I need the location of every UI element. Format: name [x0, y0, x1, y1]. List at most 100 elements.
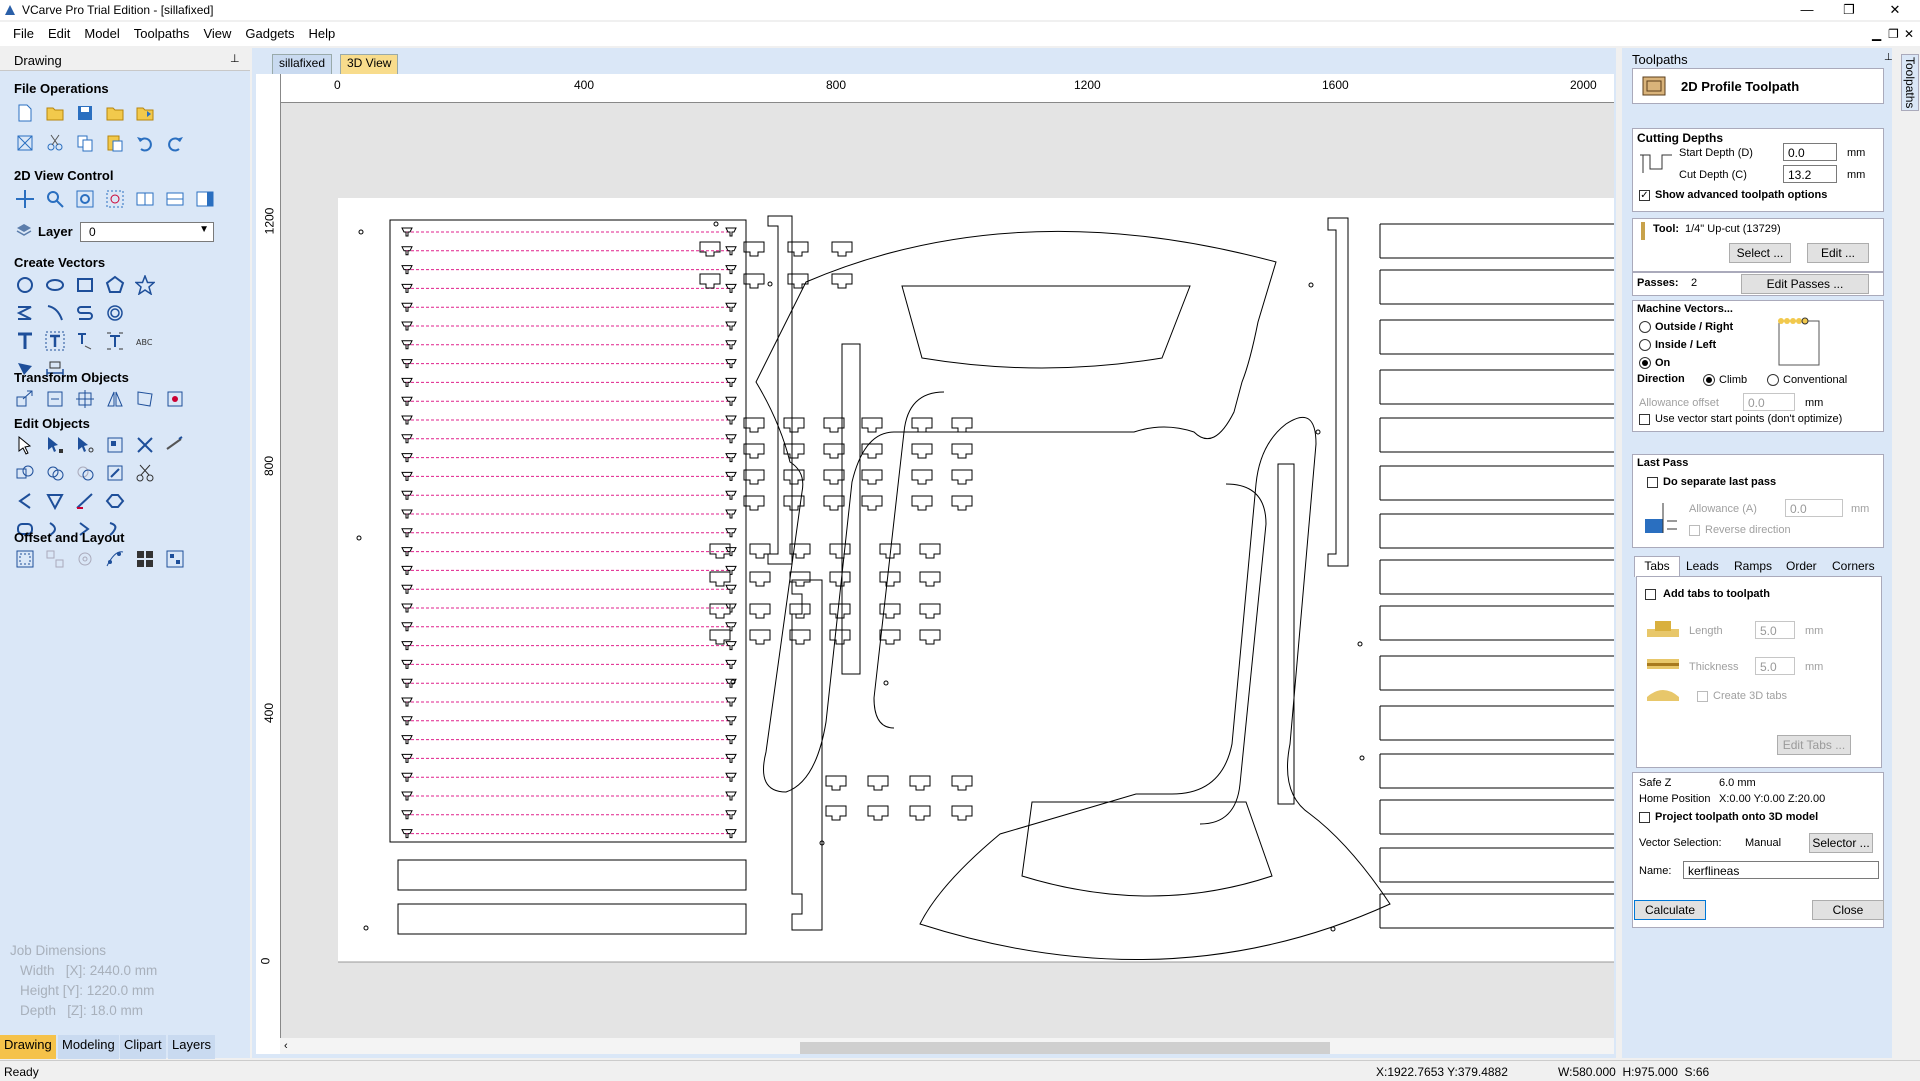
close-button[interactable]: Close	[1812, 900, 1884, 920]
nesting-icon[interactable]	[134, 548, 156, 570]
calculate-button[interactable]: Calculate	[1634, 900, 1706, 920]
cut-icon[interactable]	[44, 132, 66, 154]
align-icon[interactable]	[44, 388, 66, 410]
toolpaths-vertical-tab[interactable]: Toolpaths	[1901, 54, 1919, 112]
split-view-icon[interactable]	[164, 188, 186, 210]
doc-tab-sillafixed[interactable]: sillafixed	[272, 54, 333, 76]
import-vectors-icon[interactable]	[104, 102, 126, 124]
text-icon[interactable]	[14, 330, 36, 352]
allowance-offset-input[interactable]: 0.0	[1743, 393, 1795, 411]
offset-icon[interactable]	[14, 548, 36, 570]
text-fit-icon[interactable]	[104, 330, 126, 352]
selector-button[interactable]: Selector ...	[1809, 833, 1873, 853]
auto-layout-text-icon[interactable]	[74, 330, 96, 352]
zoom-icon[interactable]	[44, 188, 66, 210]
polygon-icon[interactable]	[104, 274, 126, 296]
scroll-left-icon[interactable]: ‹	[284, 1040, 288, 1052]
mdi-close-icon[interactable]: ✕	[1904, 27, 1914, 41]
minimize-button[interactable]: —	[1784, 0, 1830, 20]
edit-tabs-button[interactable]: Edit Tabs ...	[1777, 735, 1851, 755]
tab-leads[interactable]: Leads	[1686, 559, 1719, 573]
tab-order[interactable]: Order	[1786, 559, 1817, 573]
separate-last-pass-checkbox[interactable]	[1647, 477, 1658, 488]
pin-icon[interactable]: ⊥	[230, 52, 240, 65]
intersect-icon[interactable]	[104, 462, 126, 484]
use-start-points-checkbox[interactable]	[1639, 414, 1650, 425]
import-bitmap-icon[interactable]	[134, 102, 156, 124]
reverse-direction-checkbox[interactable]	[1689, 525, 1700, 536]
new-file-icon[interactable]	[14, 102, 36, 124]
array-copy-icon[interactable]	[44, 548, 66, 570]
transform-select-icon[interactable]	[74, 434, 96, 456]
tab-corners[interactable]: Corners	[1832, 559, 1875, 573]
circle-icon[interactable]	[14, 274, 36, 296]
zoom-selection-icon[interactable]	[104, 188, 126, 210]
toggle-panel-icon[interactable]	[194, 188, 216, 210]
set-origin-icon[interactable]	[164, 388, 186, 410]
interactive-trim-icon[interactable]	[104, 434, 126, 456]
menu-edit[interactable]: Edit	[41, 22, 77, 41]
fillet-icon[interactable]	[14, 490, 36, 512]
toggle-3d-icon[interactable]	[134, 188, 156, 210]
start-depth-input[interactable]: 0.0	[1783, 143, 1837, 161]
undo-icon[interactable]	[134, 132, 156, 154]
paste-icon[interactable]	[104, 132, 126, 154]
save-file-icon[interactable]	[74, 102, 96, 124]
tab-modeling[interactable]: Modeling	[58, 1035, 119, 1059]
toolpath-name-input[interactable]: kerflineas	[1683, 861, 1879, 879]
job-setup-icon[interactable]	[14, 132, 36, 154]
last-pass-allowance-input[interactable]: 0.0	[1785, 499, 1843, 517]
ellipse-icon[interactable]	[44, 274, 66, 296]
curve-icon[interactable]	[44, 302, 66, 324]
close-window-button[interactable]: ✕	[1872, 0, 1918, 20]
menu-model[interactable]: Model	[77, 22, 126, 41]
tab-length-input[interactable]: 5.0	[1755, 621, 1795, 639]
zoom-extents-icon[interactable]	[74, 188, 96, 210]
convert-icon[interactable]	[104, 490, 126, 512]
pin-icon[interactable]: ⊥	[1884, 52, 1893, 63]
edit-passes-button[interactable]: Edit Passes ...	[1741, 274, 1869, 294]
star-icon[interactable]	[134, 274, 156, 296]
text-on-curve-icon[interactable]	[44, 330, 66, 352]
move-icon[interactable]	[14, 388, 36, 410]
mdi-restore-icon[interactable]: ❐	[1888, 27, 1899, 41]
tab-ramps[interactable]: Ramps	[1734, 559, 1772, 573]
select-icon[interactable]	[14, 434, 36, 456]
conventional-radio[interactable]	[1767, 374, 1779, 386]
subtract-icon[interactable]	[74, 462, 96, 484]
extend-icon[interactable]	[74, 490, 96, 512]
project-toolpath-checkbox[interactable]	[1639, 812, 1650, 823]
circular-array-icon[interactable]	[74, 548, 96, 570]
on-radio[interactable]	[1639, 357, 1651, 369]
drawing-canvas[interactable]	[256, 74, 1614, 1054]
scissors-icon[interactable]	[134, 462, 156, 484]
show-advanced-checkbox[interactable]: ✓	[1639, 190, 1650, 201]
node-edit-icon[interactable]	[44, 434, 66, 456]
merge-icon[interactable]	[44, 462, 66, 484]
pan-icon[interactable]	[14, 188, 36, 210]
menu-view[interactable]: View	[196, 22, 238, 41]
distort-icon[interactable]	[134, 388, 156, 410]
weld-icon[interactable]	[14, 462, 36, 484]
create-3d-tabs-checkbox[interactable]	[1697, 691, 1708, 702]
tab-clipart[interactable]: Clipart	[120, 1035, 166, 1059]
measure-icon[interactable]	[164, 434, 186, 456]
polyline-icon[interactable]	[14, 302, 36, 324]
chamfer-icon[interactable]	[44, 490, 66, 512]
tab-tabs[interactable]: Tabs	[1634, 556, 1680, 577]
arc-icon[interactable]	[74, 302, 96, 324]
menu-gadgets[interactable]: Gadgets	[238, 22, 301, 41]
copy-icon[interactable]	[74, 132, 96, 154]
dimension-text-icon[interactable]: ABC	[134, 330, 156, 352]
tab-layers[interactable]: Layers	[168, 1035, 216, 1059]
menu-toolpaths[interactable]: Toolpaths	[127, 22, 197, 41]
climb-radio[interactable]	[1703, 374, 1715, 386]
add-tabs-checkbox[interactable]	[1645, 589, 1656, 600]
mdi-minimize-icon[interactable]: ▁	[1872, 27, 1881, 41]
mirror-icon[interactable]	[104, 388, 126, 410]
size-icon[interactable]	[74, 388, 96, 410]
tool-select-button[interactable]: Select ...	[1729, 243, 1791, 263]
restore-button[interactable]: ❐	[1826, 0, 1872, 20]
outside-radio[interactable]	[1639, 321, 1651, 333]
doc-tab-3d-view[interactable]: 3D View	[340, 54, 399, 76]
